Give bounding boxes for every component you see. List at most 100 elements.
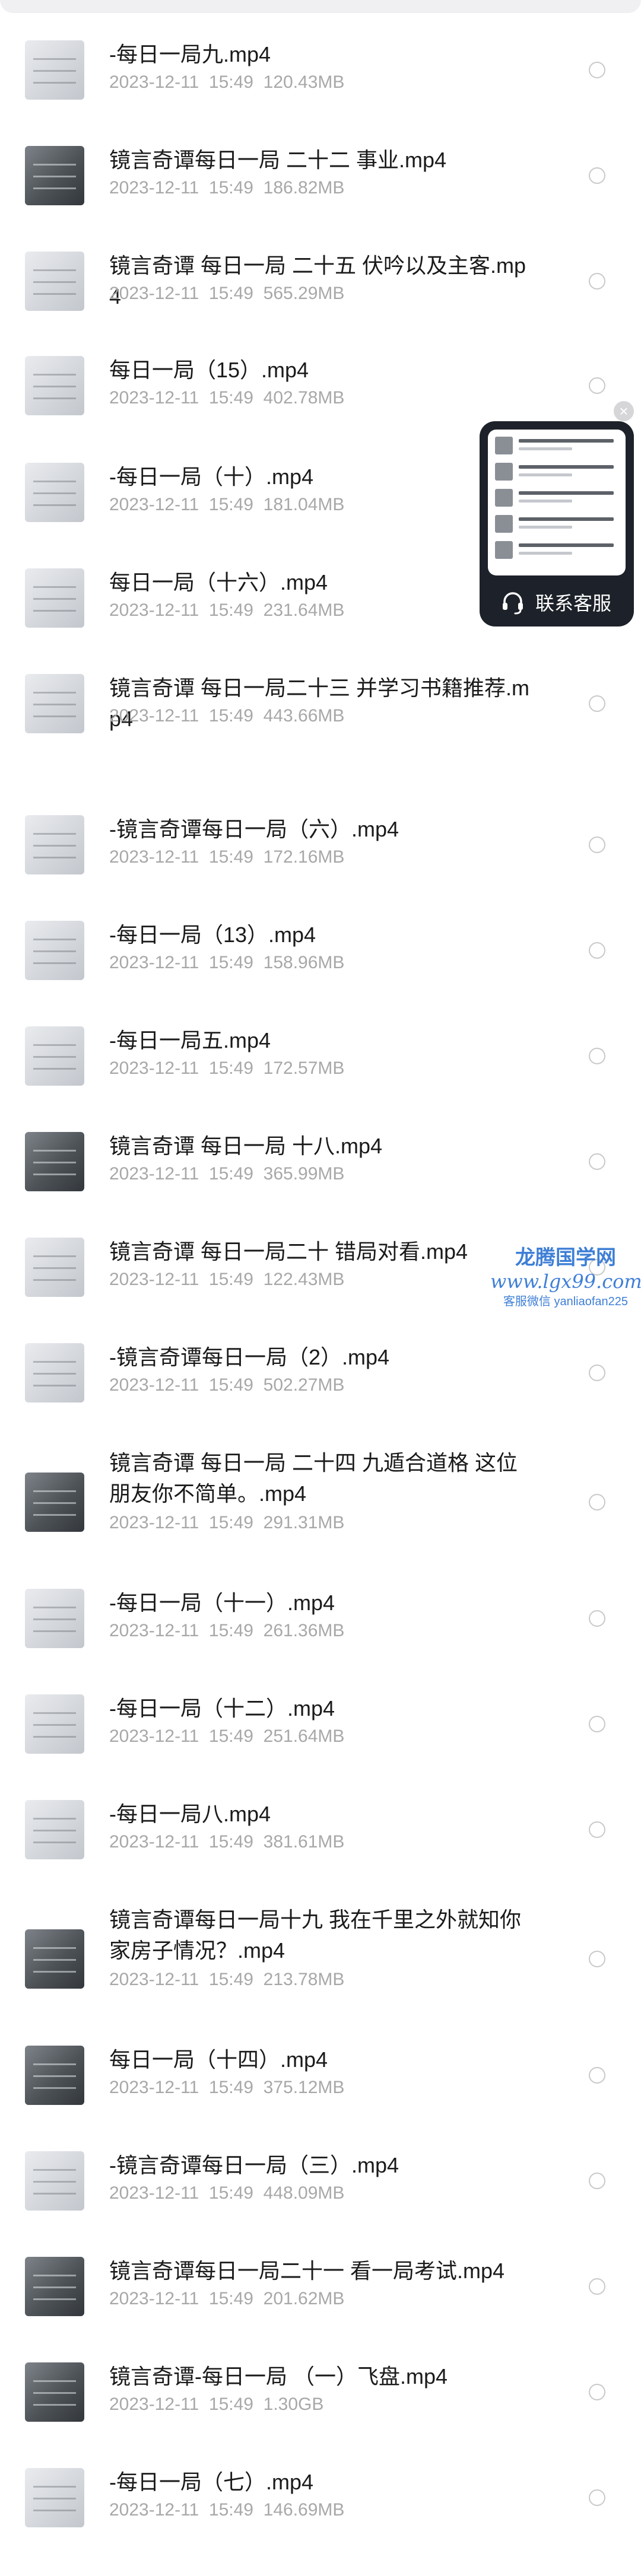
file-name: 镜言奇谭每日一局二十一 看一局考试.mp4 (109, 2259, 505, 2283)
video-thumbnail[interactable] (25, 1589, 84, 1648)
select-radio[interactable] (589, 167, 605, 184)
file-time: 15:49 (208, 2289, 253, 2308)
file-date: 2023-12-11 (109, 2183, 199, 2203)
select-radio[interactable] (589, 377, 605, 394)
file-meta: 2023-12-11 15:49 375.12MB (109, 2078, 344, 2098)
file-size: 186.82MB (263, 178, 345, 198)
select-radio[interactable] (589, 2173, 605, 2189)
file-size: 448.09MB (263, 2183, 345, 2203)
video-thumbnail[interactable] (25, 674, 84, 733)
file-name: 镜言奇谭-每日一局 （一）飞盘.mp4 (109, 2364, 448, 2389)
select-radio[interactable] (589, 2067, 605, 2084)
file-size: 261.36MB (263, 1621, 345, 1640)
file-date: 2023-12-11 (109, 1270, 199, 1289)
file-meta: 2023-12-11 15:49 120.43MB (109, 72, 344, 93)
watermark-contact: 客服微信 yanliaofan225 (503, 1295, 629, 1308)
file-name: 每日一局（15）.mp4 (109, 358, 309, 382)
video-thumbnail[interactable] (25, 1026, 84, 1086)
file-meta: 2023-12-11 15:49 251.64MB (109, 1726, 344, 1747)
select-radio[interactable] (589, 62, 605, 78)
file-size: 213.78MB (263, 1970, 345, 1989)
file-name: 镜言奇谭每日一局十九 我在千里之外就知你家房子情况？.mp4 (109, 1907, 522, 1963)
file-date: 2023-12-11 (109, 1513, 199, 1532)
file-size: 565.29MB (263, 284, 345, 303)
file-date: 2023-12-11 (109, 2078, 199, 2097)
file-name: 每日一局（十六）.mp4 (109, 570, 328, 594)
video-thumbnail[interactable] (25, 2362, 84, 2422)
select-radio[interactable] (589, 1951, 605, 1967)
file-date: 2023-12-11 (109, 1164, 199, 1184)
file-name: -每日一局九.mp4 (109, 42, 271, 66)
video-thumbnail[interactable] (25, 2046, 84, 2105)
file-meta: 2023-12-11 15:49 213.78MB (109, 1970, 344, 1990)
video-thumbnail[interactable] (25, 1132, 84, 1191)
video-thumbnail[interactable] (25, 1473, 84, 1532)
select-radio[interactable] (589, 2489, 605, 2506)
video-thumbnail[interactable] (25, 1929, 84, 1989)
file-time: 15:49 (208, 2078, 253, 2097)
select-radio[interactable] (589, 2278, 605, 2295)
watermark-title: 龙腾国学网 (515, 1246, 616, 1269)
select-radio[interactable] (589, 273, 605, 290)
preview-row (495, 515, 618, 536)
file-name: 每日一局（十四）.mp4 (109, 2047, 328, 2072)
video-thumbnail[interactable] (25, 568, 84, 628)
video-thumbnail[interactable] (25, 1238, 84, 1297)
file-size: 402.78MB (263, 388, 345, 408)
file-meta: 2023-12-11 15:49 158.96MB (109, 953, 344, 973)
file-meta: 2023-12-11 15:49 502.27MB (109, 1375, 344, 1395)
select-radio[interactable] (589, 942, 605, 959)
video-thumbnail[interactable] (25, 463, 84, 522)
select-radio[interactable] (589, 1048, 605, 1064)
file-time: 15:49 (208, 178, 253, 198)
file-time: 15:49 (208, 1832, 253, 1852)
file-name: -每日一局五.mp4 (109, 1028, 271, 1052)
video-thumbnail[interactable] (25, 2468, 84, 2527)
select-radio[interactable] (589, 1716, 605, 1732)
select-radio[interactable] (589, 695, 605, 712)
file-name: -镜言奇谭每日一局（六）.mp4 (109, 817, 399, 841)
file-meta: 2023-12-11 15:49 565.29MB (109, 284, 344, 304)
file-meta: 2023-12-11 15:49 172.57MB (109, 1058, 344, 1079)
video-thumbnail[interactable] (25, 252, 84, 311)
select-radio[interactable] (589, 1610, 605, 1627)
file-meta: 2023-12-11 15:49 231.64MB (109, 600, 344, 621)
file-time: 15:49 (208, 1513, 253, 1532)
file-time: 15:49 (208, 284, 253, 303)
video-thumbnail[interactable] (25, 40, 84, 100)
file-name: 镜言奇谭 每日一局 十八.mp4 (109, 1134, 383, 1158)
file-time: 15:49 (208, 2394, 253, 2414)
video-thumbnail[interactable] (25, 146, 84, 205)
select-radio[interactable] (589, 1821, 605, 1838)
select-radio[interactable] (589, 837, 605, 853)
select-radio[interactable] (589, 2384, 605, 2400)
file-name: -每日一局（十二）.mp4 (109, 1696, 335, 1720)
file-size: 502.27MB (263, 1375, 345, 1395)
file-time: 15:49 (208, 953, 253, 972)
video-thumbnail[interactable] (25, 1694, 84, 1754)
select-radio[interactable] (589, 1494, 605, 1510)
watermark-url: www.lgx99.com (490, 1270, 641, 1293)
video-thumbnail[interactable] (25, 356, 84, 415)
file-size: 181.04MB (263, 495, 345, 514)
select-radio[interactable] (589, 1153, 605, 1170)
select-radio[interactable] (589, 1365, 605, 1381)
video-thumbnail[interactable] (25, 921, 84, 980)
file-size: 146.69MB (263, 2500, 345, 2520)
file-name: -每日一局（13）.mp4 (109, 923, 316, 947)
file-size: 172.57MB (263, 1058, 345, 1078)
video-thumbnail[interactable] (25, 1800, 84, 1859)
file-time: 15:49 (208, 1164, 253, 1184)
file-date: 2023-12-11 (109, 1970, 199, 1989)
video-thumbnail[interactable] (25, 815, 84, 874)
video-thumbnail[interactable] (25, 1343, 84, 1403)
file-meta: 2023-12-11 15:49 443.66MB (109, 706, 344, 726)
video-thumbnail[interactable] (25, 2257, 84, 2316)
customer-service-widget[interactable]: 联系客服 (480, 421, 634, 626)
file-date: 2023-12-11 (109, 1832, 199, 1852)
file-time: 15:49 (208, 495, 253, 514)
close-icon[interactable]: × (614, 401, 634, 421)
video-thumbnail[interactable] (25, 2151, 84, 2211)
file-date: 2023-12-11 (109, 847, 199, 867)
file-size: 375.12MB (263, 2078, 345, 2097)
